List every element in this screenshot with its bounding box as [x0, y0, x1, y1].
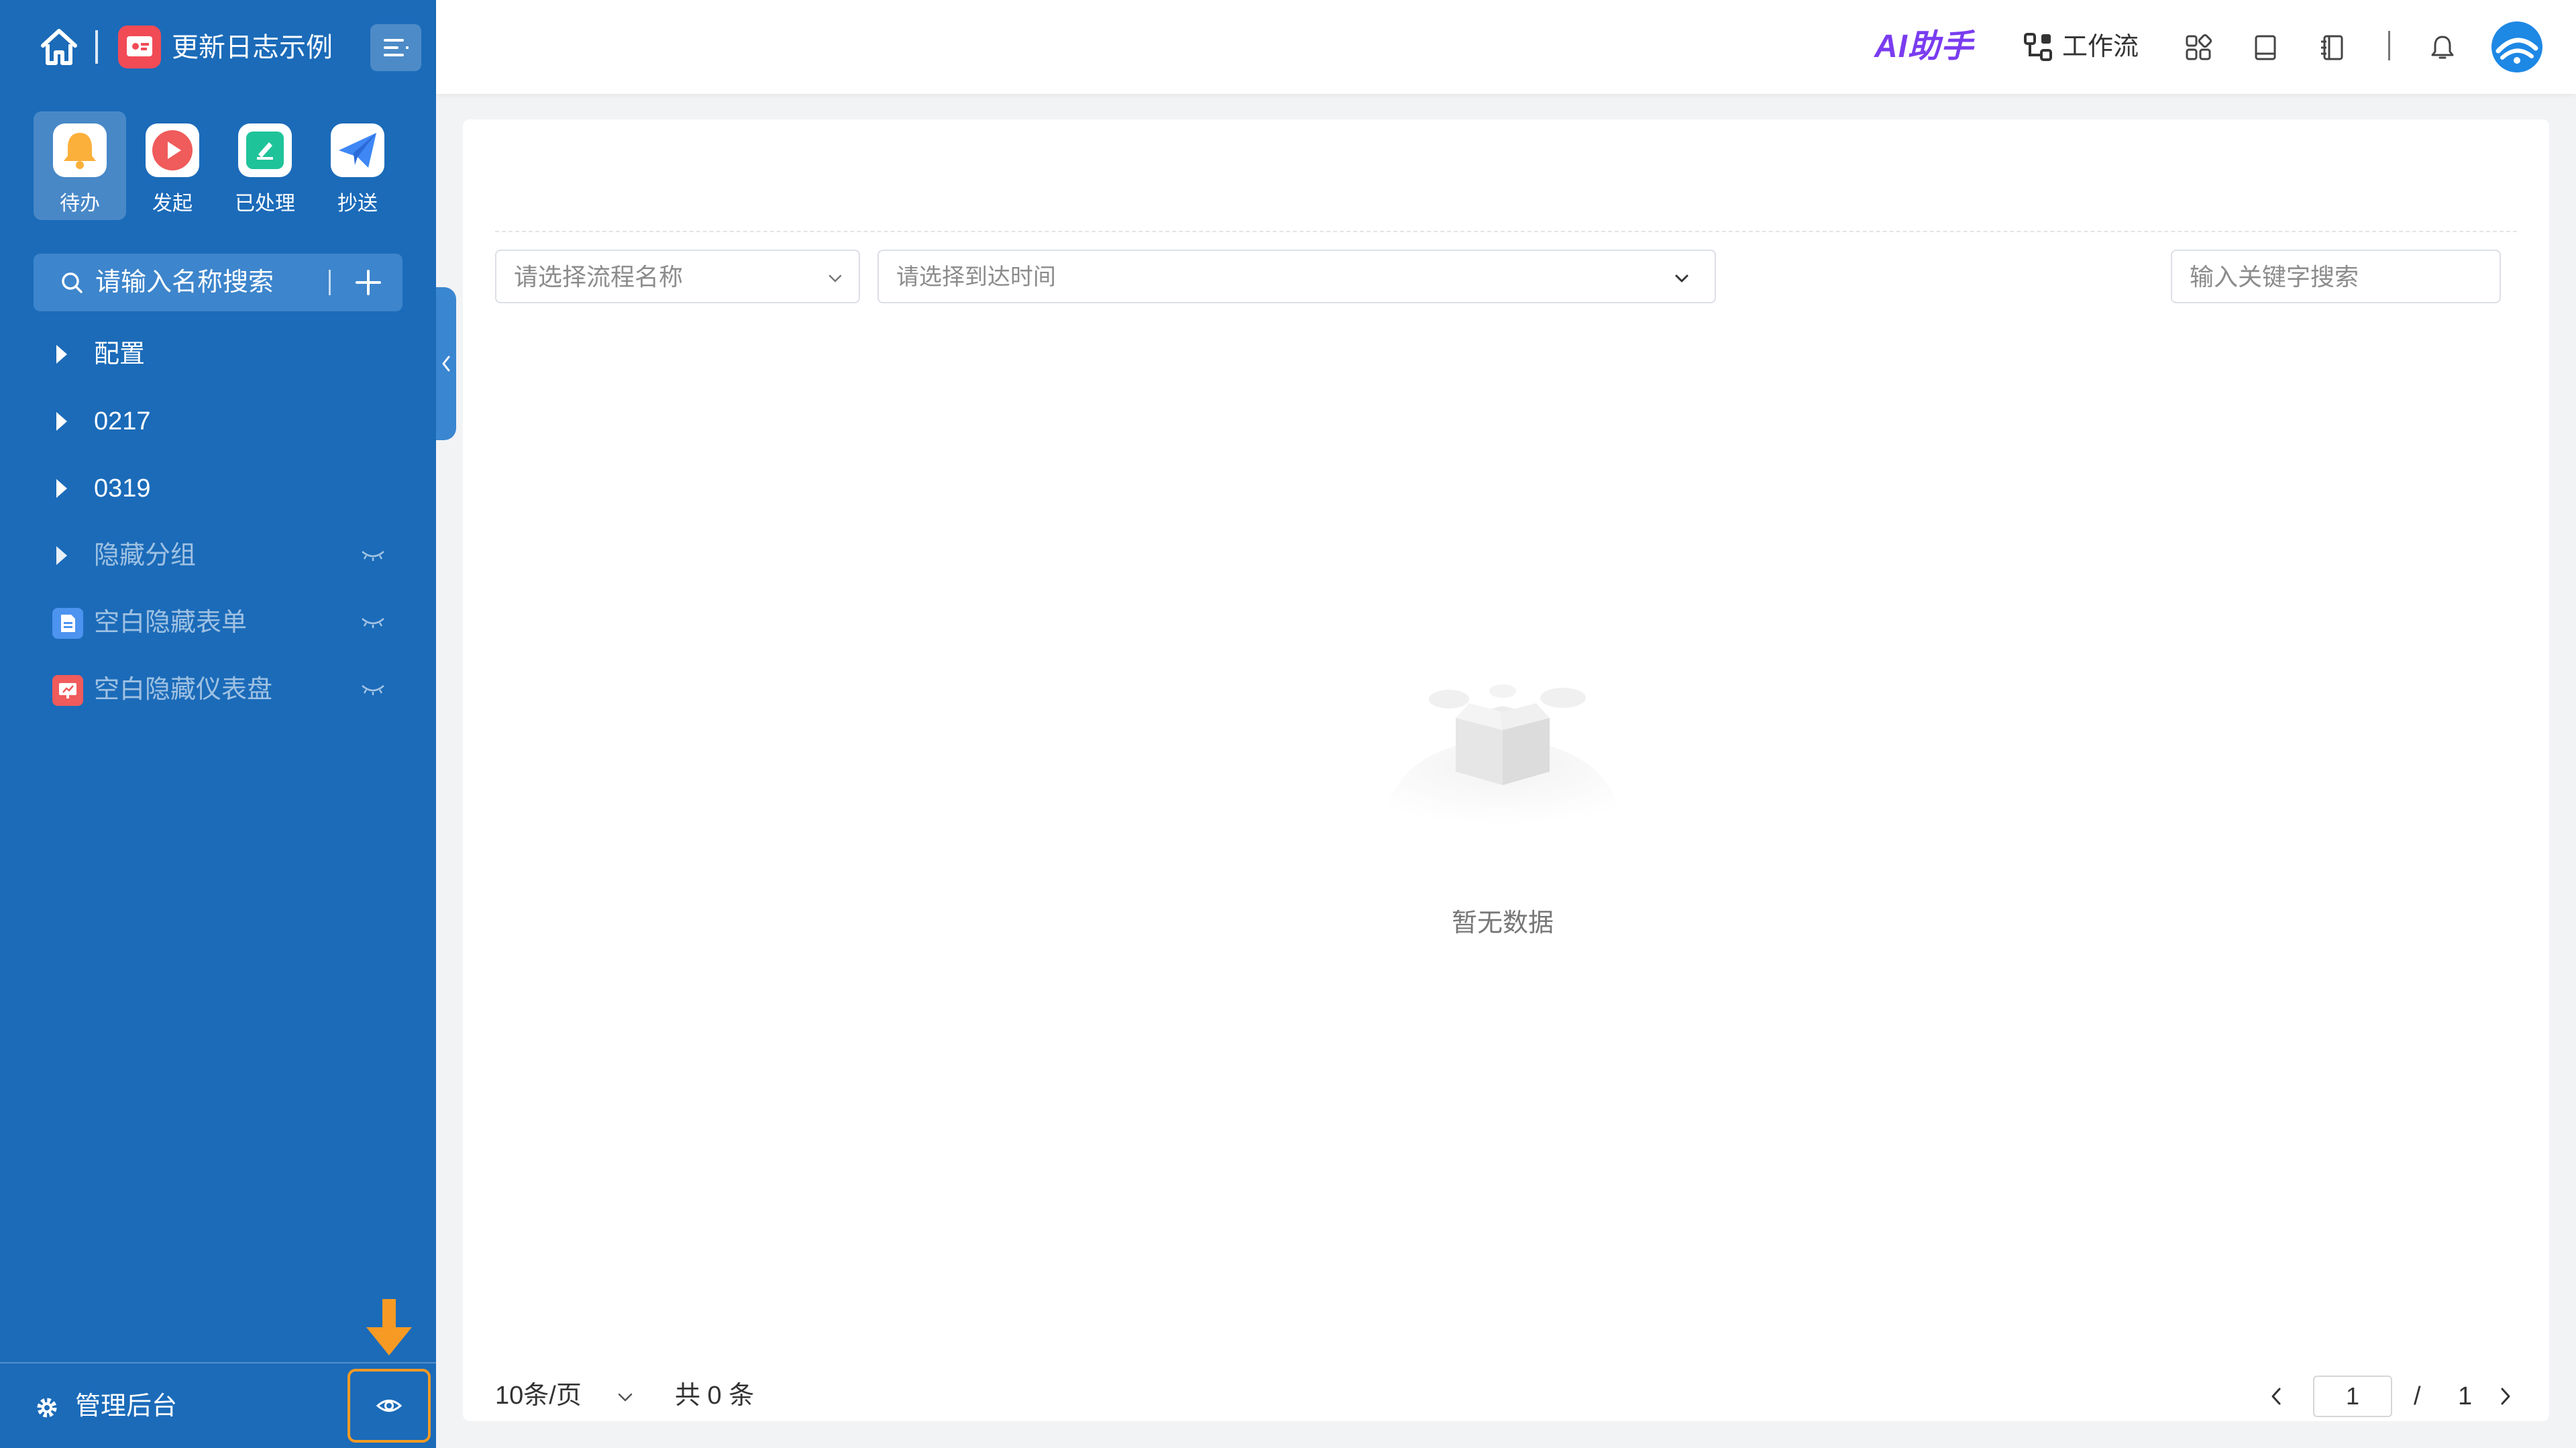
quick-action-todo[interactable]: 待办 — [34, 111, 126, 220]
sidebar-item-0319[interactable]: 0319 — [27, 462, 402, 515]
home-icon[interactable] — [38, 25, 80, 68]
sidebar-item-hidden-form[interactable]: 空白隐藏表单 — [27, 596, 402, 650]
paper-plane-icon — [331, 123, 384, 177]
user-avatar-icon — [2496, 38, 2538, 64]
arrival-time-placeholder: 请选择到达时间 — [896, 264, 1056, 290]
caret-right-icon — [56, 546, 67, 565]
empty-state-text: 暂无数据 — [1451, 909, 1554, 937]
menu-toggle-button[interactable] — [370, 24, 421, 71]
arrow-down-icon — [366, 1299, 412, 1355]
eye-closed-icon — [362, 618, 384, 628]
total-pages: 1 — [2458, 1382, 2473, 1410]
quick-action-processed[interactable]: 已处理 — [219, 111, 311, 220]
empty-box-illustration — [1382, 684, 1623, 825]
sidebar-item-label: 空白隐藏表单 — [94, 609, 248, 637]
quick-action-cc[interactable]: 抄送 — [311, 111, 404, 220]
sidebar-item-label: 配置 — [94, 340, 146, 368]
sidebar-item-label: 隐藏分组 — [94, 541, 197, 570]
section-divider — [495, 231, 2517, 232]
add-icon[interactable] — [353, 267, 384, 298]
page-separator: / — [2414, 1382, 2421, 1410]
sidebar-item-label: 0319 — [94, 474, 151, 503]
sidebar-item-label: 0217 — [94, 407, 151, 435]
search-icon — [62, 272, 83, 293]
keyword-search-input[interactable]: 输入关键字搜索 — [2171, 250, 2501, 303]
sidebar-item-0217[interactable]: 0217 — [27, 395, 402, 448]
quick-action-label: 抄送 — [337, 193, 378, 215]
sidebar-item-hidden-group[interactable]: 隐藏分组 — [27, 529, 402, 582]
sidebar-item-config[interactable]: 配置 — [27, 327, 402, 381]
eye-closed-icon — [362, 551, 384, 561]
app-logo-icon — [118, 25, 161, 68]
header-divider — [95, 30, 98, 64]
play-icon — [146, 123, 199, 177]
topbar-divider — [2388, 31, 2390, 60]
sidebar-item-label: 空白隐藏仪表盘 — [94, 676, 273, 704]
gear-icon — [37, 1398, 57, 1418]
eye-closed-icon — [362, 685, 384, 695]
show-hidden-toggle-button[interactable] — [347, 1369, 431, 1443]
chevron-down-icon — [1675, 274, 1688, 282]
page-size-select[interactable]: 10条/页 — [495, 1377, 582, 1414]
form-doc-icon — [52, 608, 83, 639]
workflow-button[interactable]: 工作流 — [2062, 28, 2139, 66]
quick-action-label: 发起 — [152, 193, 193, 215]
avatar[interactable] — [2491, 21, 2542, 72]
ai-assistant-button[interactable]: AI助手 — [1874, 25, 1974, 68]
workflow-icon — [2024, 33, 2052, 61]
notebook-icon[interactable] — [2318, 34, 2347, 62]
chevron-right-icon[interactable] — [2496, 1385, 2516, 1408]
bell-icon[interactable] — [2428, 34, 2457, 62]
caret-right-icon — [56, 412, 67, 431]
chevron-down-icon[interactable] — [616, 1388, 635, 1406]
sidebar-search[interactable]: 请输入名称搜索 — [34, 254, 402, 311]
edit-check-icon — [238, 123, 292, 177]
search-input[interactable]: 请输入名称搜索 — [95, 266, 274, 299]
chevron-down-icon — [828, 274, 842, 282]
current-page-input[interactable]: 1 — [2313, 1376, 2392, 1417]
sidebar-header: 更新日志示例 — [0, 0, 436, 94]
chevron-left-icon[interactable] — [2266, 1385, 2286, 1408]
apps-grid-icon[interactable] — [2184, 34, 2212, 62]
quick-action-label: 已处理 — [235, 193, 295, 215]
total-count: 共 0 条 — [675, 1382, 755, 1410]
sidebar-collapse-button[interactable] — [436, 287, 456, 440]
app-title: 更新日志示例 — [172, 33, 333, 62]
menu-icon — [384, 39, 409, 56]
caret-right-icon — [56, 479, 67, 498]
sidebar-item-hidden-dashboard[interactable]: 空白隐藏仪表盘 — [27, 663, 402, 717]
bell-icon — [53, 123, 107, 177]
quick-action-start[interactable]: 发起 — [126, 111, 219, 220]
keyword-search-placeholder: 输入关键字搜索 — [2190, 263, 2359, 291]
quick-action-label: 待办 — [60, 193, 100, 215]
chevron-left-icon — [442, 356, 450, 372]
process-name-select[interactable]: 请选择流程名称 — [495, 250, 860, 303]
arrival-time-select[interactable]: 请选择到达时间 — [877, 250, 1716, 303]
eye-icon — [376, 1400, 402, 1412]
admin-console-link[interactable]: 管理后台 — [75, 1388, 177, 1425]
caret-right-icon — [56, 345, 67, 364]
book-icon[interactable] — [2251, 34, 2279, 62]
search-divider — [329, 270, 331, 295]
process-name-placeholder: 请选择流程名称 — [514, 263, 684, 291]
dashboard-icon — [52, 675, 83, 706]
